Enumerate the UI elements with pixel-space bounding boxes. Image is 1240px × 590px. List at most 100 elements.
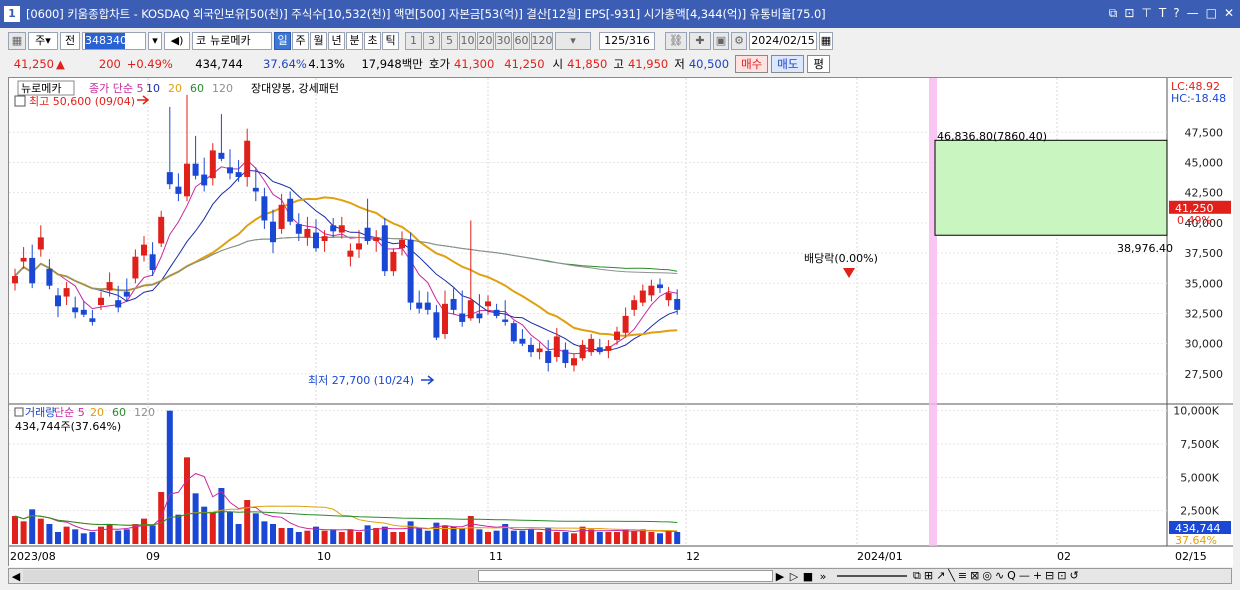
dividend-note: 배당락(0.00%)	[804, 252, 878, 265]
period-tab-5[interactable]: 초	[364, 32, 381, 50]
minute-option-3[interactable]: 10	[459, 32, 476, 50]
minute-option-2[interactable]: 5	[441, 32, 458, 50]
candle-body	[278, 204, 285, 229]
x-label-3: 11	[489, 550, 503, 563]
volume-bar	[46, 524, 53, 544]
window-control-7[interactable]: ✕	[1224, 6, 1234, 21]
volume-bar	[476, 529, 483, 544]
candle-body	[304, 228, 311, 238]
window-control-2[interactable]: ⊤	[1141, 6, 1151, 21]
sell-button[interactable]: 매도	[771, 55, 805, 73]
x-label-0: 2023/08	[10, 550, 56, 563]
candle-body	[313, 232, 319, 249]
window-control-5[interactable]: —	[1187, 6, 1199, 21]
play-icon[interactable]: ▷	[787, 570, 801, 583]
price-legend-1: 10	[146, 82, 160, 95]
volume-bar	[614, 532, 620, 544]
save-icon[interactable]: ▣	[713, 32, 729, 50]
buy-button[interactable]: 매수	[735, 55, 769, 73]
chart-scrollbar[interactable]: ◀ ▶ ▷ ■ » ⧉⊞↗╲≡⊠◎∿Q—+⊟⊡↺	[8, 568, 1232, 584]
code-dropdown-icon[interactable]: ▾	[148, 32, 162, 50]
volume-bar	[321, 530, 328, 544]
app-number-icon[interactable]: 1	[4, 6, 20, 22]
volume-bar	[304, 530, 311, 544]
minute-option-4[interactable]: 20	[477, 32, 494, 50]
volume-bar	[37, 518, 44, 544]
fast-forward-icon[interactable]: »	[815, 570, 831, 583]
candle-body	[493, 309, 500, 316]
minute-option-0[interactable]: 1	[405, 32, 422, 50]
chart-toolbar: ▦ 주 ▾ 전 348340 ▾ ◀) 코 뉴로메카 일주월년분초틱 1 3 5 10 20…	[0, 30, 1240, 52]
current-price: 41,250	[13, 57, 54, 71]
candle-body	[46, 268, 53, 286]
volume-bar	[218, 488, 225, 544]
minute-option-7[interactable]: 120	[531, 32, 553, 50]
candle-body	[252, 187, 259, 192]
period-tab-6[interactable]: 틱	[382, 32, 399, 50]
scroll-thumb[interactable]	[478, 570, 773, 582]
period-tab-3[interactable]: 년	[328, 32, 345, 50]
speaker-icon[interactable]: ◀)	[164, 32, 190, 50]
volume-bar	[433, 522, 440, 544]
scroll-right-icon[interactable]: ▶	[773, 570, 787, 583]
volume-bar	[261, 521, 268, 544]
candle-body	[399, 239, 405, 249]
volume-bar	[141, 518, 147, 544]
up-arrow-icon: ▲	[56, 57, 65, 71]
chart-panel[interactable]: 47,500 45,000 42,500 40,000 37,500 35,000 32,5…	[8, 77, 1233, 567]
date-field[interactable]: 2024/02/15	[749, 32, 817, 50]
candle-body	[209, 150, 216, 179]
volume-tick-0: 10,000K	[1173, 405, 1219, 418]
volume-bar	[278, 528, 285, 544]
period-tab-0[interactable]: 일	[274, 32, 291, 50]
market-tab[interactable]: 주 ▾	[28, 32, 58, 50]
volume-bar	[89, 532, 96, 544]
window-control-3[interactable]: T	[1159, 6, 1166, 21]
volume-bar	[605, 532, 612, 544]
volume-bar	[510, 530, 517, 544]
window-control-6[interactable]: □	[1206, 6, 1217, 21]
period-tab-2[interactable]: 월	[310, 32, 327, 50]
pattern-label: 장대양봉, 강세패턴	[251, 82, 339, 95]
candlestick-chart[interactable]: 47,50045,00042,50040,00037,50035,00032,5…	[9, 78, 1233, 567]
eval-button[interactable]: 평	[807, 55, 830, 73]
scroll-track[interactable]	[23, 570, 478, 582]
custom-period-select[interactable]: ▾	[555, 32, 591, 50]
scroll-left-icon[interactable]: ◀	[9, 570, 23, 583]
candle-body	[12, 276, 18, 284]
minute-option-6[interactable]: 60	[513, 32, 530, 50]
volume-bar	[252, 513, 259, 544]
volume-bar	[467, 516, 474, 544]
period-tab-1[interactable]: 주	[292, 32, 309, 50]
high-note: 최고 50,600 (09/04)	[29, 95, 135, 108]
volume-bar	[381, 526, 388, 544]
stop-icon[interactable]: ■	[801, 570, 815, 583]
count-field[interactable]: 125/316	[599, 32, 655, 50]
stock-name-field[interactable]: 코 뉴로메카	[192, 32, 272, 50]
period-tab-4[interactable]: 분	[346, 32, 363, 50]
x-label-2: 10	[317, 550, 331, 563]
ask-label: 호가	[428, 57, 451, 71]
calendar-icon[interactable]: ▦	[819, 32, 833, 50]
prev-button[interactable]: 전	[60, 32, 80, 50]
candle-body	[149, 254, 156, 270]
chart-mode-icon[interactable]: ▦	[8, 32, 26, 50]
stock-code-input[interactable]: 348340	[82, 32, 146, 50]
crosshair-icon[interactable]: ✚	[689, 32, 711, 50]
volume-bar	[562, 532, 569, 544]
zoom-slider[interactable]	[837, 575, 907, 577]
candle-body	[528, 344, 534, 353]
volume-tick-2: 5,000K	[1180, 471, 1219, 484]
candle-body	[622, 315, 629, 333]
window-control-1[interactable]: ⊡	[1124, 6, 1134, 21]
minute-option-5[interactable]: 30	[495, 32, 512, 50]
candle-body	[416, 302, 423, 309]
drawing-tools-icon[interactable]: ⧉⊞↗╲≡⊠◎∿Q—+⊟⊡↺	[913, 569, 1082, 583]
window-control-0[interactable]: ⧉	[1109, 6, 1118, 21]
link-icon[interactable]: ⛓	[665, 32, 687, 50]
candle-body	[227, 167, 233, 174]
minute-option-1[interactable]: 3	[423, 32, 440, 50]
change-percent: +0.49%	[126, 57, 173, 71]
window-control-4[interactable]: ?	[1173, 6, 1179, 21]
settings-icon[interactable]: ⚙	[731, 32, 747, 50]
